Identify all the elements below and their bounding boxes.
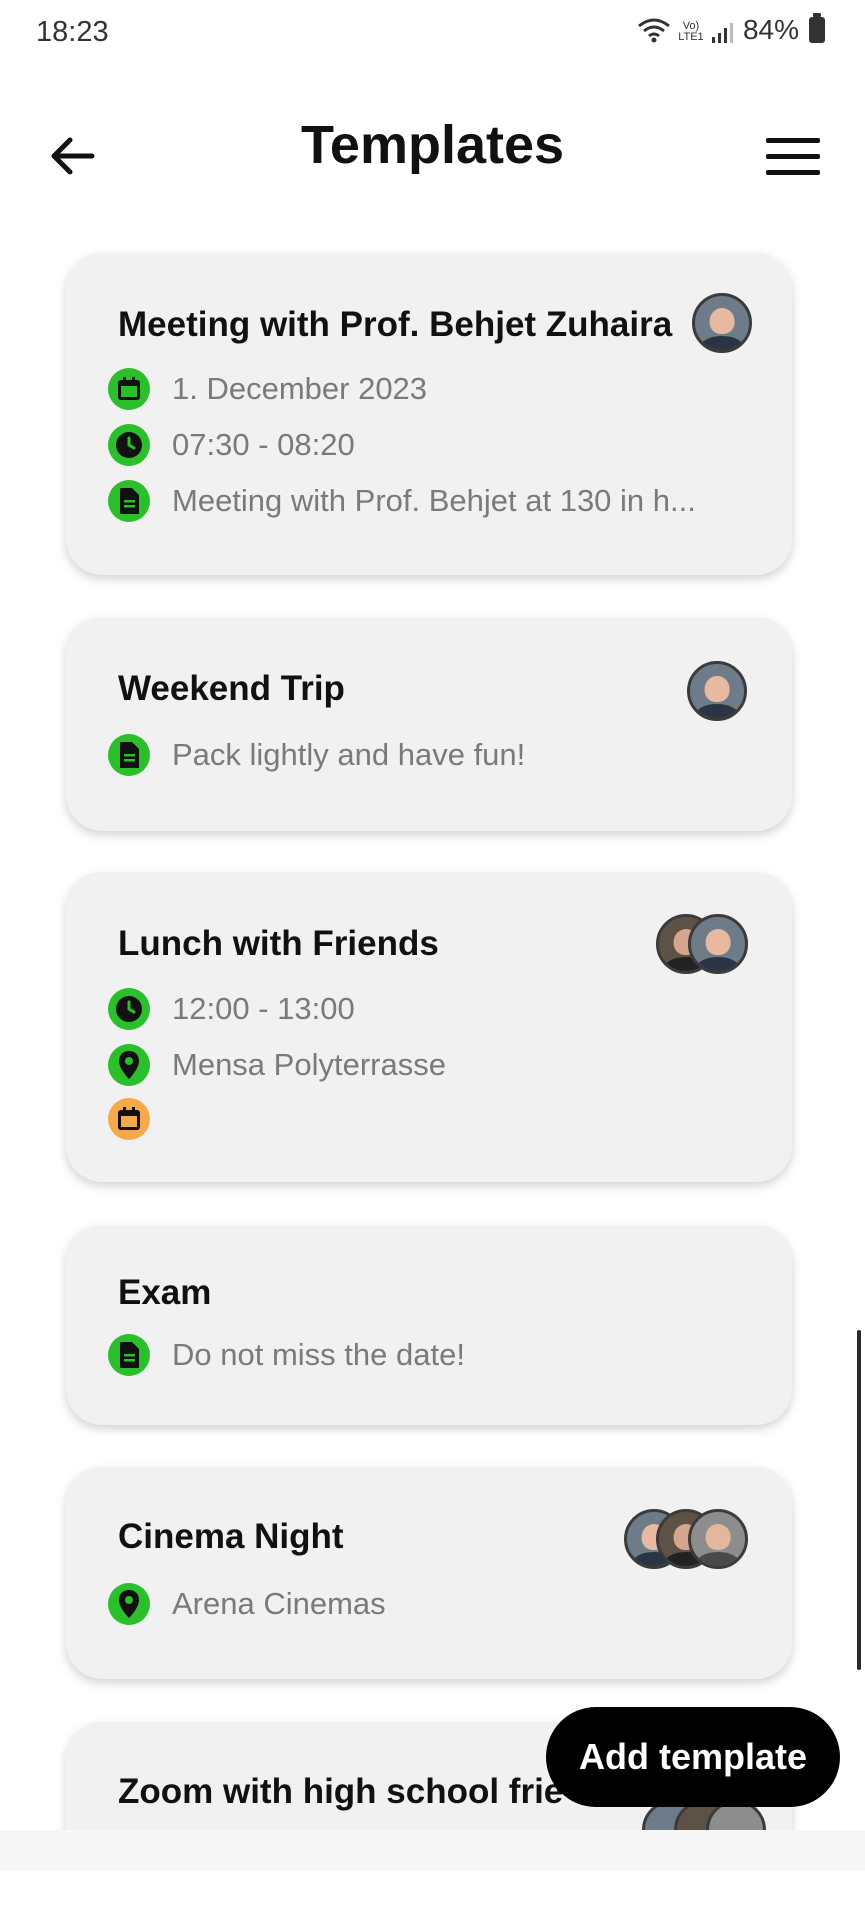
document-icon — [108, 480, 150, 522]
menu-button[interactable] — [761, 124, 825, 188]
battery-icon — [809, 13, 825, 43]
scrollbar[interactable] — [857, 1330, 861, 1670]
app-bar: Templates — [0, 90, 865, 200]
template-date-row: 1. December 2023 — [108, 368, 427, 410]
template-note: Do not miss the date! — [172, 1337, 465, 1372]
template-note-row: Pack lightly and have fun! — [108, 734, 525, 776]
clock-icon — [108, 988, 150, 1030]
document-icon — [108, 1334, 150, 1376]
status-time: 18:23 — [36, 16, 109, 48]
avatar — [687, 661, 747, 721]
status-indicators: Vo) LTE1 84% — [637, 13, 825, 46]
participants-avatars — [624, 1509, 748, 1569]
template-title: Meeting with Prof. Behjet Zuhaira — [118, 305, 673, 344]
wifi-icon — [638, 18, 670, 43]
template-location: Mensa Polyterrasse — [172, 1047, 446, 1082]
template-note: Meeting with Prof. Behjet at 130 in h... — [172, 483, 696, 518]
template-location-row: Arena Cinemas — [108, 1583, 386, 1625]
template-date: 1. December 2023 — [172, 371, 428, 406]
template-title: Cinema Night — [118, 1517, 344, 1556]
page-title: Templates — [300, 115, 565, 175]
template-note-row: Do not miss the date! — [108, 1334, 465, 1376]
location-pin-icon — [108, 1583, 150, 1625]
hamburger-menu-icon — [766, 138, 820, 175]
avatar — [688, 914, 748, 974]
template-location-row: Mensa Polyterrasse — [108, 1044, 446, 1086]
template-note: Pack lightly and have fun! — [172, 737, 526, 772]
add-template-button[interactable]: Add template — [546, 1707, 840, 1807]
network-label: Vo) LTE1 — [678, 20, 704, 43]
avatar — [688, 1509, 748, 1569]
template-title: Exam — [118, 1273, 212, 1312]
template-card[interactable]: Exam Do not miss the date! — [66, 1225, 792, 1425]
system-nav-bar — [0, 1830, 865, 1871]
document-icon — [108, 734, 150, 776]
template-note-row: Meeting with Prof. Behjet at 130 in h... — [108, 480, 696, 522]
template-card[interactable]: Meeting with Prof. Behjet Zuhaira 1. Dec… — [66, 253, 792, 575]
template-time-row: 07:30 - 08:20 — [108, 424, 355, 466]
participants-avatars — [656, 914, 748, 974]
template-card[interactable]: Lunch with Friends 12:00 - 13:00 Mensa P… — [66, 872, 792, 1182]
status-bar: 18:23 Vo) LTE1 84% — [0, 0, 865, 70]
template-time: 12:00 - 13:00 — [172, 991, 355, 1026]
battery-percent: 84% — [742, 14, 799, 45]
template-title: Weekend Trip — [118, 669, 345, 708]
template-time: 07:30 - 08:20 — [172, 427, 355, 462]
participants-avatars — [687, 661, 747, 721]
status-icons: Vo) LTE1 — [637, 17, 733, 43]
signal-icon — [711, 23, 733, 43]
avatar — [692, 293, 752, 353]
template-card[interactable]: Cinema Night Arena Cinemas — [66, 1467, 792, 1679]
participants-avatars — [692, 293, 752, 353]
template-title: Lunch with Friends — [118, 924, 439, 963]
location-pin-icon — [108, 1044, 150, 1086]
calendar-icon — [108, 368, 150, 410]
calendar-icon — [108, 1098, 150, 1140]
template-location: Arena Cinemas — [172, 1586, 386, 1621]
clock-icon — [108, 424, 150, 466]
template-calendar-row — [108, 1098, 150, 1140]
template-card[interactable]: Weekend Trip Pack lightly and have fun! — [66, 617, 792, 831]
template-title: Zoom with high school frie — [118, 1772, 564, 1811]
template-time-row: 12:00 - 13:00 — [108, 988, 355, 1030]
